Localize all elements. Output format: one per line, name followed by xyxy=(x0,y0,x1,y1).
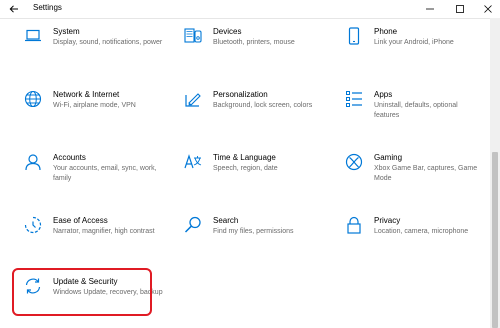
tile-description: Narrator, magnifier, high contrast xyxy=(53,228,155,235)
tile-devices[interactable]: Devices Bluetooth, printers, mouse xyxy=(184,27,334,62)
tile-description: Link your Android, iPhone xyxy=(374,39,454,46)
back-arrow-icon xyxy=(9,5,18,13)
tile-ease-of-access[interactable]: Ease of Access Narrator, magnifier, high… xyxy=(24,216,174,261)
tile-network-internet[interactable]: Network & Internet Wi-Fi, airplane mode,… xyxy=(24,90,174,125)
tile-description: Wi-Fi, airplane mode, VPN xyxy=(53,102,136,109)
back-button[interactable] xyxy=(6,1,22,17)
tile-gaming[interactable]: Gaming Xbox Game Bar, captures, Game Mod… xyxy=(345,153,495,198)
tile-description: Location, camera, microphone xyxy=(374,228,469,235)
xbox-icon xyxy=(345,153,363,171)
tile-privacy[interactable]: Privacy Location, camera, microphone xyxy=(345,216,495,251)
time-language-icon xyxy=(184,154,202,169)
close-icon xyxy=(484,5,492,13)
tile-name: Phone xyxy=(374,27,398,36)
tile-description: Find my files, permissions xyxy=(213,228,294,235)
tile-name: Network & Internet xyxy=(53,90,120,99)
phone-icon xyxy=(348,27,360,45)
window-title: Settings xyxy=(33,3,62,12)
tile-phone[interactable]: Phone Link your Android, iPhone xyxy=(345,27,495,62)
tile-accounts[interactable]: Accounts Your accounts, email, sync, wor… xyxy=(24,153,174,198)
tile-personalization[interactable]: Personalization Background, lock screen,… xyxy=(184,90,334,125)
tile-name: Privacy xyxy=(374,216,401,225)
tile-name: Devices xyxy=(213,27,242,36)
tile-description: Bluetooth, printers, mouse xyxy=(213,39,295,46)
close-button[interactable] xyxy=(474,0,500,18)
lock-icon xyxy=(347,216,361,234)
ease-of-access-icon xyxy=(24,216,42,234)
tile-description: Uninstall, defaults, optional features xyxy=(374,102,458,119)
title-bar: Settings xyxy=(0,0,500,19)
tile-search[interactable]: Search Find my files, permissions xyxy=(184,216,334,251)
tile-name: System xyxy=(53,27,80,36)
tile-description: Display, sound, notifications, power xyxy=(53,39,163,46)
laptop-icon xyxy=(25,29,41,42)
highlight-box xyxy=(12,268,152,316)
scrollbar-thumb[interactable] xyxy=(492,152,498,328)
tile-name: Personalization xyxy=(213,90,268,99)
tile-description: Background, lock screen, colors xyxy=(213,102,313,109)
minimize-button[interactable] xyxy=(416,0,444,18)
tile-description: Your accounts, email, sync, work, family xyxy=(53,165,157,182)
globe-icon xyxy=(24,90,42,108)
tile-name: Time & Language xyxy=(213,153,276,162)
tile-description: Speech, region, date xyxy=(213,165,278,172)
tile-apps[interactable]: Apps Uninstall, defaults, optional featu… xyxy=(345,90,495,135)
paint-icon xyxy=(185,93,201,107)
tile-name: Search xyxy=(213,216,239,225)
tile-system[interactable]: System Display, sound, notifications, po… xyxy=(24,27,174,62)
tile-name: Ease of Access xyxy=(53,216,108,225)
tile-time-language[interactable]: Time & Language Speech, region, date xyxy=(184,153,334,188)
person-icon xyxy=(25,154,41,171)
devices-icon xyxy=(184,28,202,43)
minimize-icon xyxy=(426,8,434,10)
search-icon xyxy=(184,216,201,233)
tile-name: Gaming xyxy=(374,153,403,162)
maximize-icon xyxy=(456,5,464,13)
tile-name: Apps xyxy=(374,90,393,99)
tile-name: Accounts xyxy=(53,153,86,162)
maximize-button[interactable] xyxy=(446,0,474,18)
tile-description: Xbox Game Bar, captures, Game Mode xyxy=(374,165,478,182)
apps-list-icon xyxy=(346,91,362,107)
